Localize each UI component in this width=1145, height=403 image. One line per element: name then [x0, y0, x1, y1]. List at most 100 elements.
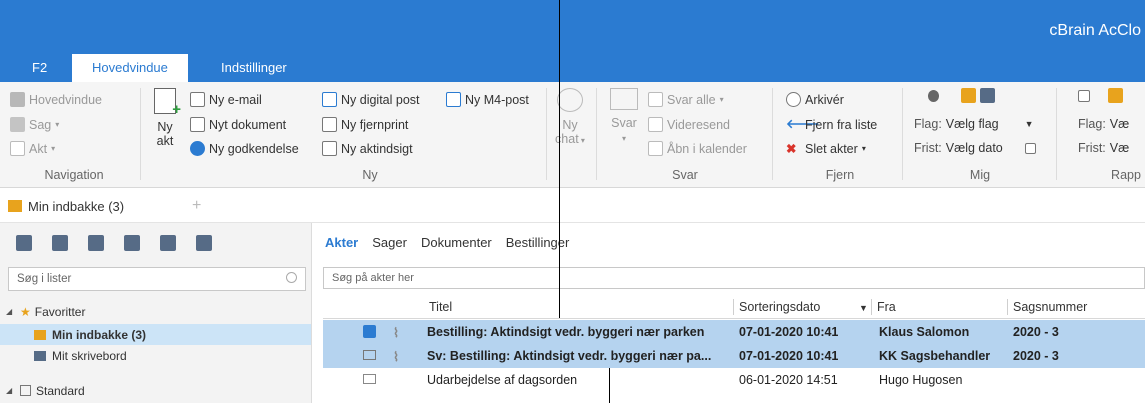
cell-titel: Sv: Bestilling: Aktindsigt vedr. byggeri… — [427, 349, 712, 363]
sort-desc-icon[interactable]: ▼ — [859, 303, 868, 313]
cell-titel: Bestilling: Aktindsigt vedr. byggeri nær… — [427, 325, 705, 339]
tab-indstillinger[interactable]: Indstillinger — [221, 54, 287, 82]
add-tab-button[interactable]: + — [192, 197, 201, 215]
print-icon — [322, 117, 337, 132]
group-label-svar: Svar — [672, 168, 698, 182]
cell-sorteringsdato: 06-01-2020 14:51 — [739, 373, 838, 387]
left-panel: Søg i lister ◢ ★ Favoritter Min indbakke… — [0, 223, 312, 403]
ny-godkendelse-button[interactable]: Ny godkendelse — [190, 141, 299, 156]
mig-flag-select[interactable]: Flag: Vælg flag ▼ — [914, 117, 1034, 131]
list-search-input[interactable]: Søg i lister — [8, 267, 306, 291]
tree-item-mit-skrivebord[interactable]: Mit skrivebord — [0, 345, 311, 366]
document-icon[interactable] — [16, 235, 32, 251]
rapp-flag-select[interactable]: Flag: Væ — [1078, 117, 1129, 131]
aktindsigt-icon — [322, 141, 337, 156]
ribbon: Hovedvindue Sag ▾ Akt ▾ Navigation + Ny ak… — [0, 82, 1145, 188]
folder-icon — [10, 117, 25, 132]
attachment-icon: ⌇ — [393, 350, 400, 364]
ny-digital-post-button[interactable]: Ny digital post — [322, 92, 420, 107]
left-panel-toolbar — [16, 235, 212, 251]
table-row[interactable]: ⌇ Sv: Bestilling: Aktindsigt vedr. bygge… — [323, 344, 1145, 368]
reply-icon — [610, 88, 638, 110]
table-row[interactable]: ⌇ Bestilling: Aktindsigt vedr. byggeri n… — [323, 320, 1145, 344]
email-icon — [190, 92, 205, 107]
column-header-fra[interactable]: Fra — [877, 300, 896, 314]
ny-chat-button[interactable]: Ny chat ▾ — [552, 88, 588, 148]
mig-frist-select[interactable]: Frist: Vælg dato — [914, 141, 1036, 155]
ribbon-hovedvindue[interactable]: Hovedvindue — [10, 92, 102, 107]
star-icon: ★ — [20, 304, 31, 319]
chevron-down-icon: ▼ — [1024, 119, 1034, 129]
ribbon-akt[interactable]: Akt ▾ — [10, 141, 55, 156]
ny-fjernprint-button[interactable]: Ny fjernprint — [322, 117, 408, 132]
svar-button[interactable]: Svar ▾ — [604, 88, 644, 146]
folder-icon — [20, 385, 31, 396]
ribbon-separator — [1056, 88, 1057, 180]
ny-aktindsigt-button[interactable]: Ny aktindsigt — [322, 141, 413, 156]
column-header-titel[interactable]: Titel — [429, 300, 452, 314]
rapp-icons — [1078, 88, 1123, 103]
tree-item-favoritter[interactable]: ◢ ★ Favoritter — [0, 301, 311, 322]
tab-f2[interactable]: F2 — [32, 54, 47, 82]
desk-icon — [980, 88, 995, 103]
svar-alle-button[interactable]: Svar alle ▾ — [648, 92, 724, 107]
videresend-button[interactable]: Videresend — [648, 117, 730, 132]
nyt-dokument-button[interactable]: Nyt dokument — [190, 117, 286, 132]
search-icon — [286, 272, 297, 283]
group-label-rapp: Rapp — [1111, 168, 1141, 182]
folder-icon[interactable] — [196, 235, 212, 251]
person-icon — [928, 89, 939, 102]
ribbon-separator — [140, 88, 141, 180]
calendar-icon — [648, 141, 663, 156]
chat-icon — [557, 88, 583, 112]
tab-akter[interactable]: Akter — [325, 235, 358, 250]
desk-icon — [34, 350, 46, 361]
column-header-sagsnummer[interactable]: Sagsnummer — [1013, 300, 1087, 314]
cell-sorteringsdato: 07-01-2020 10:41 — [739, 325, 839, 339]
tree-item-min-indbakke[interactable]: Min indbakke (3) — [0, 324, 311, 345]
group-label-fjern: Fjern — [825, 168, 855, 182]
list-icon[interactable] — [88, 235, 104, 251]
checkbox-icon[interactable] — [363, 325, 376, 338]
inbox-icon — [8, 200, 22, 212]
m4-post-icon — [446, 92, 461, 107]
tab-min-indbakke[interactable]: Min indbakke (3) — [8, 189, 124, 223]
collapse-icon[interactable]: ◢ — [6, 386, 16, 395]
reply-all-icon — [648, 92, 663, 107]
slet-akter-button[interactable]: ✖ Slet akter ▾ — [786, 141, 866, 157]
fjern-fra-liste-button[interactable]: 🡐 Fjern fra liste — [786, 117, 877, 132]
grid-header: Titel Sorteringsdato ▼ Fra Sagsnummer — [323, 297, 1145, 319]
aabn-i-kalender-button[interactable]: Åbn i kalender — [648, 141, 747, 156]
arkiver-button[interactable]: Arkivér — [786, 92, 844, 107]
tree-item-standard[interactable]: ◢ Standard — [0, 380, 311, 401]
envelope-icon — [363, 374, 376, 384]
inbox-icon — [961, 88, 976, 103]
ribbon-separator — [596, 88, 597, 180]
tab-dokumenter[interactable]: Dokumenter — [421, 235, 492, 250]
cell-fra: Hugo Hugosen — [879, 373, 963, 387]
ny-m4-post-button[interactable]: Ny M4-post — [446, 92, 529, 107]
app-title: cBrain AcClo — [1049, 22, 1141, 39]
arrow-left-icon: 🡐 — [786, 117, 820, 131]
digital-post-icon — [322, 92, 337, 107]
document-icon — [10, 141, 25, 156]
group-label-mig: Mig — [969, 168, 991, 182]
ribbon-sag[interactable]: Sag ▾ — [10, 117, 59, 132]
ribbon-separator — [772, 88, 773, 180]
akter-search-input[interactable]: Søg på akter her — [323, 267, 1145, 289]
rapp-frist-select[interactable]: Frist: Væ — [1078, 141, 1129, 155]
ny-akt-button[interactable]: + Ny akt — [148, 88, 182, 148]
view-tabs: Akter Sager Dokumenter Bestillinger — [325, 235, 569, 250]
table-row[interactable]: Udarbejdelse af dagsorden 06-01-2020 14:… — [323, 368, 1145, 392]
column-header-sorteringsdato[interactable]: Sorteringsdato — [739, 300, 820, 314]
cell-fra: KK Sagsbehandler — [879, 349, 991, 363]
ny-email-button[interactable]: Ny e-mail — [190, 92, 262, 107]
tab-hovedvindue[interactable]: Hovedvindue — [72, 54, 188, 82]
collapse-icon[interactable]: ◢ — [6, 307, 16, 316]
hierarchy-icon[interactable] — [52, 235, 68, 251]
ribbon-separator — [546, 88, 547, 180]
tab-sager[interactable]: Sager — [372, 235, 407, 250]
users-icon[interactable] — [160, 235, 176, 251]
document-icon — [190, 117, 205, 132]
archive-icon[interactable] — [124, 235, 140, 251]
